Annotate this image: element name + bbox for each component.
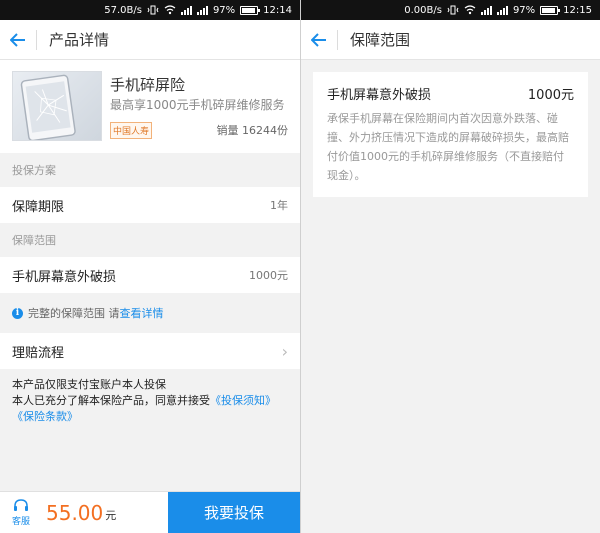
back-button-right[interactable] — [301, 20, 337, 60]
network-speed: 57.0B/s — [104, 4, 142, 16]
plan-section-label: 投保方案 — [12, 164, 56, 177]
full-coverage-text: 完整的保障范围 请 — [28, 307, 120, 320]
buy-button[interactable]: 我要投保 — [168, 492, 300, 533]
period-label: 保障期限 — [12, 199, 65, 215]
claims-process-row[interactable]: 理赔流程 › — [0, 333, 300, 369]
period-row: 保障期限 1年 — [0, 187, 300, 223]
page-title: 产品详情 — [49, 31, 110, 49]
nav-bar-right: 保障范围 — [301, 20, 600, 60]
headset-icon — [14, 498, 28, 511]
coverage-label: 手机屏幕意外破损 — [12, 269, 117, 285]
period-value: 1年 — [270, 199, 288, 212]
note-line-2: 本人已充分了解本保险产品，同意并接受 — [12, 394, 210, 407]
price-unit: 元 — [105, 509, 117, 522]
note-line-1: 本产品仅限支付宝账户本人投保 — [12, 378, 166, 391]
signal-icon-2 — [196, 5, 208, 15]
battery-icon — [540, 5, 561, 15]
coverage-card-description: 承保手机屏幕在保险期间内首次因意外跌落、碰撞、外力挤压情况下造成的屏幕破碎损失，… — [327, 112, 569, 182]
wifi-icon — [164, 5, 176, 15]
chevron-right-icon: › — [281, 341, 288, 361]
product-title: 手机碎屏险 — [110, 76, 186, 94]
bottom-bar: 客服 55.00 元 我要投保 — [0, 491, 300, 533]
wifi-icon — [464, 5, 476, 15]
cracked-phone-image — [12, 71, 102, 141]
vibrate-icon — [147, 5, 159, 15]
info-icon: i — [12, 307, 23, 319]
customer-service-button[interactable]: 客服 — [0, 492, 42, 533]
clock: 12:14 — [263, 4, 292, 16]
sales-count: 销量 16244份 — [216, 124, 289, 137]
battery-icon — [240, 5, 261, 15]
page-title-right: 保障范围 — [350, 31, 411, 49]
coverage-row: 手机屏幕意外破损 1000元 — [0, 257, 300, 293]
signal-icon — [480, 5, 492, 15]
terms-note: 本产品仅限支付宝账户本人投保 本人已充分了解本保险产品，同意并接受《投保须知》 … — [0, 369, 300, 425]
vibrate-icon — [447, 5, 459, 15]
view-details-link[interactable]: 查看详情 — [120, 305, 164, 321]
status-bar: 57.0B/s 97% 12:14 — [0, 0, 300, 20]
nav-divider — [337, 29, 338, 50]
insurer-badge: 中国人寿 — [110, 122, 153, 139]
coverage-card-amount: 1000元 — [527, 88, 574, 103]
coverage-card-header: 手机屏幕意外破损 1000元 — [327, 84, 574, 103]
back-button[interactable] — [0, 20, 36, 60]
terms-link[interactable]: 《保险条款》 — [12, 410, 78, 423]
full-coverage-line: i 完整的保障范围 请查看详情 — [0, 293, 300, 333]
price-value: 55.00 — [46, 500, 104, 525]
status-bar-right: 0.00B/s 97% 12:15 — [301, 0, 600, 20]
notice-link[interactable]: 《投保须知》 — [210, 394, 276, 407]
nav-divider — [36, 29, 37, 50]
coverage-card: 手机屏幕意外破损 1000元 承保手机屏幕在保险期间内首次因意外跌落、碰撞、外力… — [313, 72, 588, 197]
coverage-card-title: 手机屏幕意外破损 — [327, 88, 432, 103]
clock-right: 12:15 — [563, 4, 592, 16]
signal-icon-2 — [496, 5, 508, 15]
battery-percent: 97% — [212, 4, 236, 16]
price-display: 55.00 元 — [42, 492, 168, 533]
coverage-value: 1000元 — [249, 269, 288, 282]
nav-bar: 产品详情 — [0, 20, 300, 60]
claims-process-label: 理赔流程 — [12, 345, 65, 361]
battery-percent-right: 97% — [512, 4, 536, 16]
signal-icon — [180, 5, 192, 15]
coverage-screen: 0.00B/s 97% 12:15 保障范围 手机屏幕意外破损 1000元 承保… — [301, 0, 600, 533]
customer-service-label: 客服 — [11, 516, 30, 527]
network-speed-right: 0.00B/s — [404, 4, 442, 16]
product-card[interactable]: 手机碎屏险 最高享1000元手机碎屏维修服务 中国人寿 销量 16244份 — [0, 60, 300, 153]
product-detail-screen: 57.0B/s 97% 12:14 产品详情 手机碎屏险 最高享1000元手机碎… — [0, 0, 300, 533]
back-arrow-icon — [311, 32, 326, 47]
product-subtitle: 最高享1000元手机碎屏维修服务 — [110, 98, 285, 112]
back-arrow-icon — [10, 32, 25, 47]
coverage-section-label: 保障范围 — [12, 234, 56, 247]
